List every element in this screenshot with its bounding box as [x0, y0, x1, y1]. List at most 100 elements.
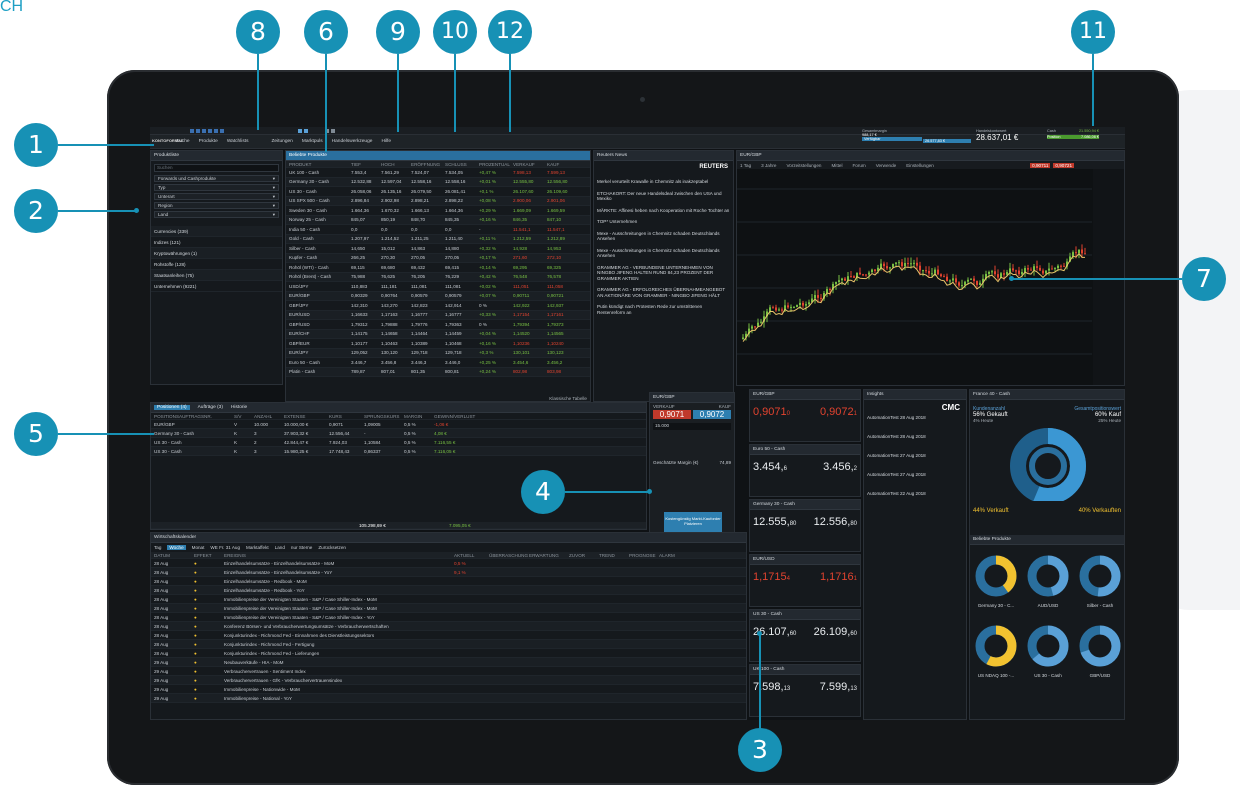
chart-sell-price[interactable]: 0,90711: [1030, 163, 1051, 168]
calendar-row[interactable]: 28 Aug ● Einzelhandelsumsätze - Einzelhand…: [151, 559, 746, 568]
menu-help[interactable]: Hilfe: [381, 139, 391, 144]
column-header[interactable]: PROZENTUAL: [479, 162, 513, 167]
calendar-row[interactable]: 28 Aug ● Konjunkturindex - Richmond Fed - …: [151, 649, 746, 658]
quote-tile[interactable]: US 30 - Cash 26.107,60 26.109,60: [749, 609, 861, 662]
category-item[interactable]: Staatsanleihen (75): [151, 270, 282, 281]
calendar-filter[interactable]: Zurücksetzen: [318, 545, 346, 550]
column-header[interactable]: HOCH: [381, 162, 411, 167]
position-row[interactable]: US 30 - Cash K 2 42.844,47 € 7.924,03 1,10584…: [151, 438, 646, 447]
ticket-buy-button[interactable]: 0,9072: [693, 410, 731, 419]
news-item[interactable]: GRAMMER AG - ERFOLGREICHES ÜBERNAHMEANGE…: [597, 287, 730, 298]
filter-select[interactable]: Typ ▾: [154, 184, 279, 191]
column-header[interactable]: DATUM: [154, 553, 194, 558]
category-item[interactable]: Unternehmen (9221): [151, 281, 282, 292]
quote-buy[interactable]: 26.109,60: [814, 626, 857, 638]
menu-products[interactable]: Produkte: [199, 139, 218, 144]
column-header[interactable]: ERÖFFNUNG: [411, 162, 445, 167]
table-row[interactable]: US SPX 500 - Cash 2.896,84 2.902,98 2.898,2…: [286, 196, 590, 206]
calendar-row[interactable]: 28 Aug ● Einzelhandelsumsätze - Redbook - …: [151, 586, 746, 595]
column-header[interactable]: TIEF: [351, 162, 381, 167]
ticket-sell-button[interactable]: 0,9071: [653, 410, 691, 419]
insight-item[interactable]: AutomationTest 28 Aug 2018: [867, 415, 963, 420]
calendar-row[interactable]: 28 Aug ● Immobilienpreise der Vereinigten …: [151, 604, 746, 613]
calendar-filter[interactable]: Monat: [192, 545, 205, 550]
tab-positions[interactable]: Positionen (4): [154, 405, 190, 410]
column-header[interactable]: PROGNOSE: [629, 553, 659, 558]
category-item[interactable]: Kryptowährungen (1): [151, 248, 282, 259]
chart-control[interactable]: 1 Tag: [740, 163, 751, 168]
news-item[interactable]: TOP* Unternehmen: [597, 219, 730, 225]
column-header[interactable]: POSITIONSAUFTRAGSNR.: [154, 414, 234, 419]
quote-tile[interactable]: Germany 30 - Cash 12.555,80 12.556,80: [749, 499, 861, 552]
table-row[interactable]: India 50 - Cash 0,0 0,0 0,0 0,0 - 11.541,1 11.5…: [286, 225, 590, 235]
calendar-row[interactable]: 28 Aug ● Einzelhandelsumsätze - Redbook - …: [151, 577, 746, 586]
position-row[interactable]: US 30 - Cash K 3 15.980,25 € 17.748,43 0,8633…: [151, 447, 646, 456]
category-item[interactable]: Currencies (339): [151, 226, 282, 237]
calendar-row[interactable]: 28 Aug ● Einzelhandelsumsätze - Einzelhand…: [151, 568, 746, 577]
chart-control[interactable]: Mittel: [831, 163, 842, 168]
calendar-row[interactable]: 29 Aug ● Immobilienpreise - Nationwide - M…: [151, 685, 746, 694]
quote-tile[interactable]: UK 100 - Cash 7.598,13 7.599,13: [749, 664, 861, 717]
column-header[interactable]: ANZAHL: [254, 414, 284, 419]
popular-product[interactable]: Germany 30 - C...: [970, 550, 1022, 608]
column-header[interactable]: SCHLUSS: [445, 162, 479, 167]
menu-newspapers[interactable]: Zeitungen: [272, 139, 293, 144]
column-header[interactable]: GEWINN/VERLUST: [434, 414, 479, 419]
news-item[interactable]: Putin kündigt nach Protesten Rede zur um…: [597, 304, 730, 315]
filter-select[interactable]: Unterart ▾: [154, 193, 279, 200]
table-row[interactable]: EUR/CHF 1,14175 1,14658 1,14464 1,14459 +0,04…: [286, 329, 590, 339]
calendar-filter[interactable]: WE Fr. 31 Aug: [210, 545, 240, 550]
calendar-filter[interactable]: Tag: [154, 545, 161, 550]
quote-sell[interactable]: 1,17154: [753, 571, 790, 583]
quote-tile[interactable]: Euro 50 - Cash 3.454,6 3.456,2: [749, 444, 861, 497]
table-row[interactable]: EUR/GBP 0,90329 0,90764 0,90579 0,90579 +0,07…: [286, 291, 590, 301]
category-item[interactable]: Indizes (121): [151, 237, 282, 248]
column-header[interactable]: S/V: [234, 414, 254, 419]
filter-select[interactable]: Land ▾: [154, 211, 279, 218]
column-header[interactable]: EXTENSE: [284, 414, 329, 419]
menu-market-pulse[interactable]: Marktpuls: [302, 139, 323, 144]
tab-history[interactable]: Historie: [231, 405, 247, 410]
table-row[interactable]: US 30 - Cash 26.058,06 26.135,16 26.079,50 2…: [286, 187, 590, 197]
menu-search[interactable]: Suche: [176, 139, 190, 144]
popular-product[interactable]: US 30 - Cash: [1022, 620, 1074, 678]
calendar-filter[interactable]: Marktaffekt: [246, 545, 269, 550]
column-header[interactable]: KURS: [329, 414, 364, 419]
insight-item[interactable]: AutomationTest 27 Aug 2018: [867, 453, 963, 458]
quote-sell[interactable]: 0,90710: [753, 406, 790, 418]
quote-sell[interactable]: 12.555,80: [753, 516, 796, 528]
table-row[interactable]: GBP/EUR 1,10177 1,10463 1,10389 1,10468 +0,16…: [286, 339, 590, 349]
quote-tile[interactable]: EUR/GBP 0,90710 0,90721: [749, 389, 861, 442]
column-header[interactable]: PRODUKT: [289, 162, 351, 167]
calendar-row[interactable]: 28 Aug ● Immobilienpreise der Vereinigten …: [151, 613, 746, 622]
calendar-row[interactable]: 29 Aug ● Verbrauchervertrauen - GfK - Verb…: [151, 676, 746, 685]
calendar-row[interactable]: 28 Aug ● Konjunkturindex - Richmond Fed - …: [151, 640, 746, 649]
classic-table-link[interactable]: Klassische Tabelle: [549, 396, 587, 401]
calendar-row[interactable]: 29 Aug ● Neubauverkäufe - HIA - MoM: [151, 658, 746, 667]
table-row[interactable]: Germany 30 - Cash 12.532,88 12.597,04 12.55…: [286, 177, 590, 187]
news-item[interactable]: Mexe - Ausschreitungen in Chemnitz schad…: [597, 248, 730, 259]
table-row[interactable]: USD/JPY 110,883 111,181 111,081 111,081 +0,02…: [286, 282, 590, 292]
news-item[interactable]: GRAMMER AG - VERBUNDENE UNTERNEHMEN VON …: [597, 265, 730, 282]
position-row[interactable]: EUR/GBP V 10.000 10.000,00 € 0,9071 1,09005 0,…: [151, 420, 646, 429]
column-header[interactable]: ZUVOR: [569, 553, 599, 558]
menu-trading-tools[interactable]: Handelswerkzeuge: [332, 139, 373, 144]
table-row[interactable]: Euro 50 - Cash 3.446,7 3.456,8 3.446,3 3.446…: [286, 358, 590, 368]
insight-item[interactable]: AutomationTest 28 Aug 2018: [867, 434, 963, 439]
table-row[interactable]: Sweden 30 - Cash 1.664,36 1.670,32 1.666,13…: [286, 206, 590, 216]
calendar-filter[interactable]: Land: [275, 545, 285, 550]
column-header[interactable]: TREND: [599, 553, 629, 558]
position-row[interactable]: Germany 30 - Cash K 3 37.903,32 € 12.556,44 -…: [151, 429, 646, 438]
calendar-row[interactable]: 29 Aug ● Immobilienpreise - National - YoY: [151, 694, 746, 703]
popular-product[interactable]: US NDAQ 100 -...: [970, 620, 1022, 678]
insight-item[interactable]: AutomationTest 22 Aug 2018: [867, 491, 963, 496]
calendar-filter[interactable]: nur Sterne: [291, 545, 312, 550]
quote-buy[interactable]: 12.556,80: [814, 516, 857, 528]
column-header[interactable]: AKTUELL: [454, 553, 489, 558]
column-header[interactable]: VERKAUF: [513, 162, 547, 167]
place-order-button[interactable]: Kostengünstig Markt-Kauforder Platzieren: [664, 512, 722, 532]
table-row[interactable]: GBP/JPY 142,310 143,270 142,823 142,914 0 % 14…: [286, 301, 590, 311]
table-row[interactable]: UK 100 - Cash 7.553,4 7.561,29 7.524,07 7.53…: [286, 168, 590, 178]
table-row[interactable]: Gold - Cash 1.207,97 1.214,52 1.211,25 1.211…: [286, 234, 590, 244]
calendar-filter[interactable]: Woche: [167, 545, 186, 550]
